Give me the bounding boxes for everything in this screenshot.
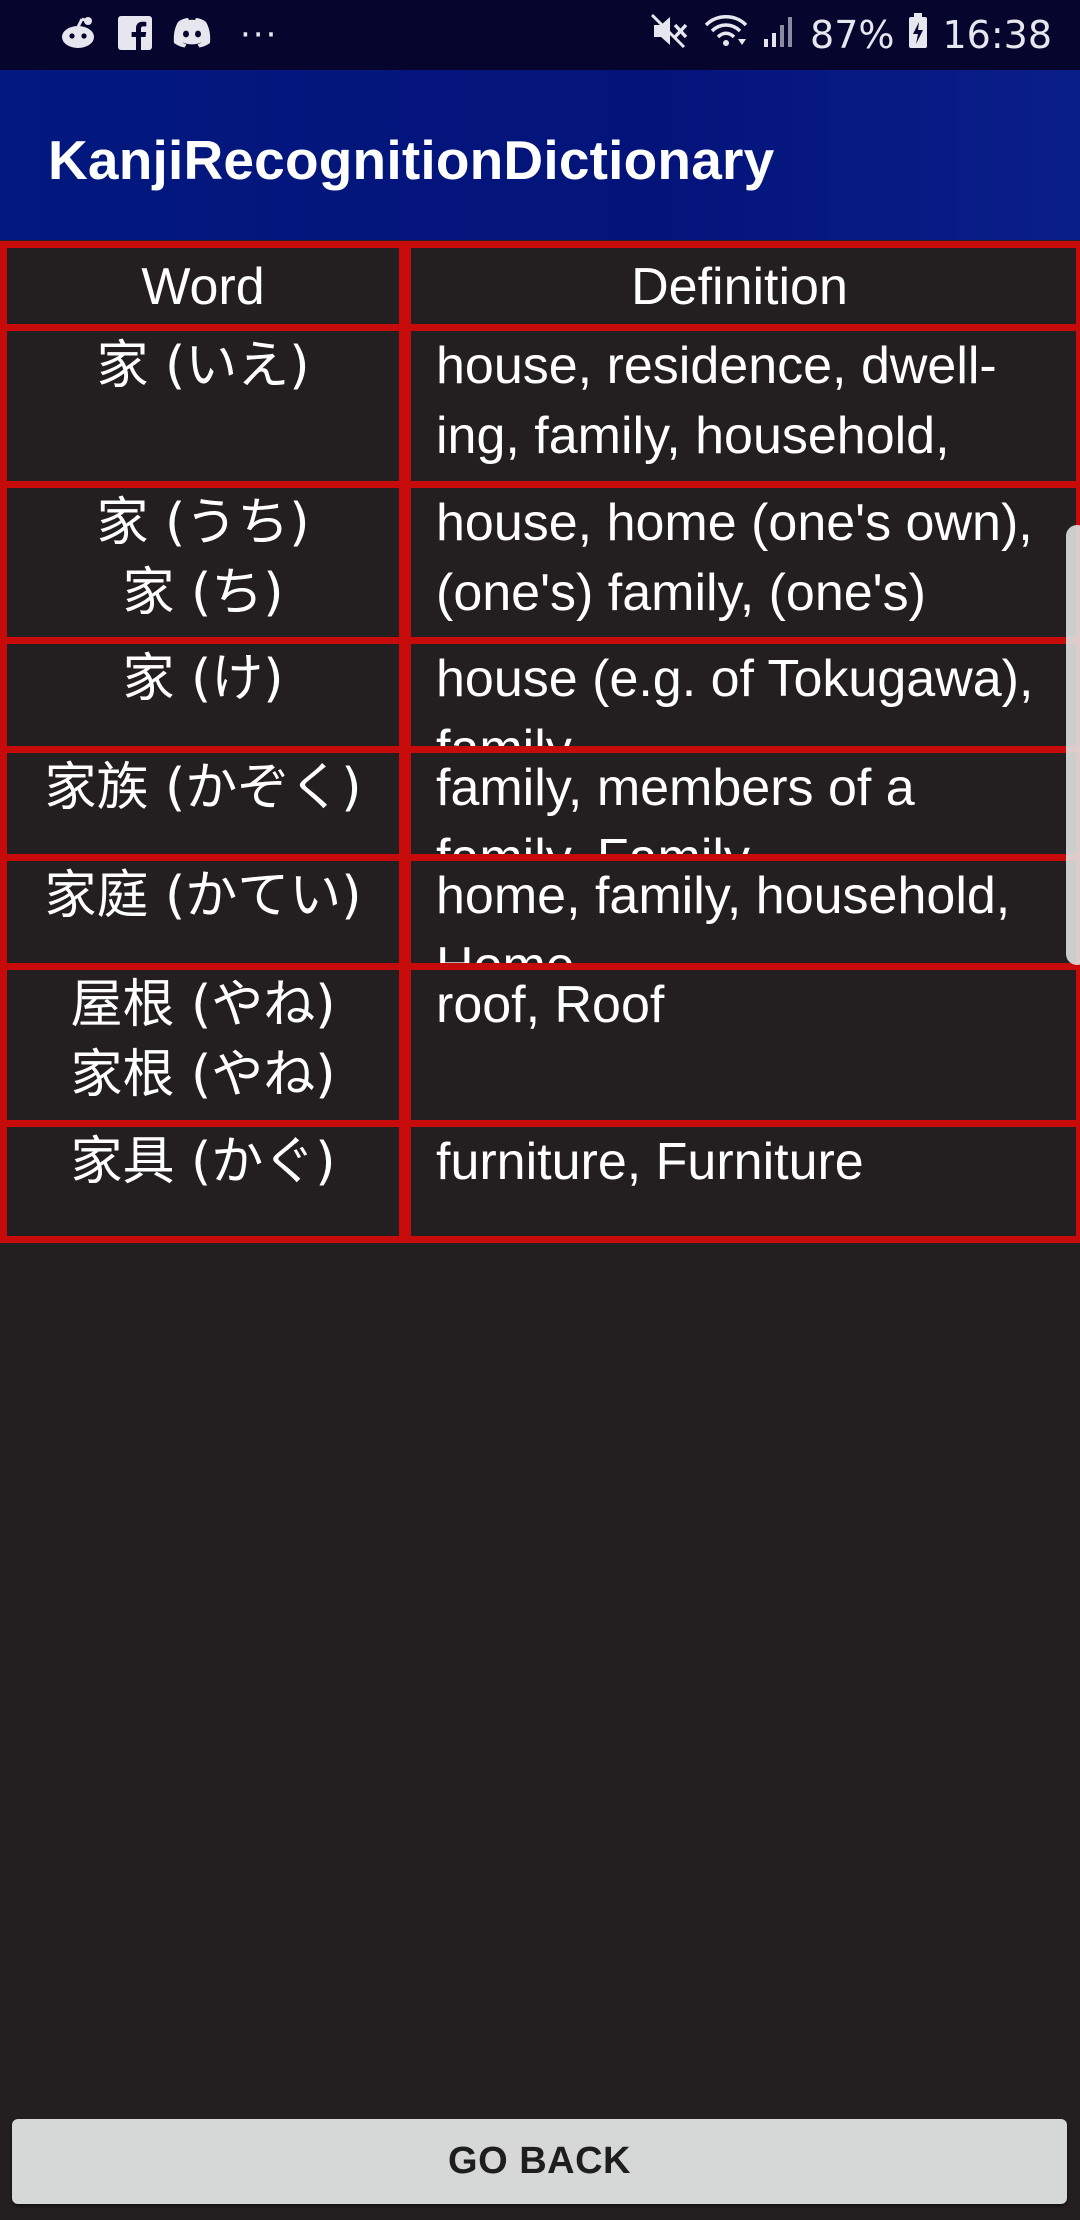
word-reading: 家 (ち) <box>122 563 284 623</box>
clock: 16:38 <box>942 13 1052 57</box>
word-reading: 屋根 (やね) <box>70 975 336 1035</box>
table-row: 家庭 (かてい) home, family, household, Home <box>0 854 1080 995</box>
column-header-word: Word <box>7 248 399 325</box>
table-row: 家 (け) house (e.g. of Tokugawa), family <box>0 637 1080 778</box>
definition-cell: family, members of a family, Family <box>411 753 1076 887</box>
battery-charging-icon <box>908 12 928 58</box>
word-reading: 家 (うち) <box>96 493 310 553</box>
definition-cell: home, family, household, Home <box>411 861 1076 995</box>
mute-icon <box>650 13 690 58</box>
word-reading: 家 (け) <box>122 649 284 709</box>
reddit-icon <box>58 15 98 55</box>
battery-percent: 87% <box>810 13 895 57</box>
notification-icons: ··· <box>58 12 278 58</box>
table-bottom-border <box>0 1236 1080 1243</box>
table-row: 家族 (かぞく) family, members of a family, Fam… <box>0 746 1080 887</box>
word-cell: 家具 (かぐ) <box>7 1127 399 1236</box>
definition-cell: house, residence, dwell-ing, family, hou… <box>411 331 1076 535</box>
column-header-definition: Definition <box>411 248 1076 325</box>
word-reading: 家具 (かぐ) <box>70 1132 336 1192</box>
table-row: 屋根 (やね) 家根 (やね) roof, Roof <box>0 963 1080 1127</box>
word-cell: 家族 (かぞく) <box>7 753 399 862</box>
system-status: 87% 16:38 <box>650 12 1052 58</box>
more-notifications-icon: ··· <box>240 15 279 55</box>
table-row: 家 (うち) 家 (ち) house, home (one's own), (one… <box>0 481 1080 692</box>
word-cell: 家庭 (かてい) <box>7 861 399 970</box>
word-cell: 家 (いえ) <box>7 331 399 488</box>
word-reading: 家庭 (かてい) <box>44 866 362 926</box>
word-cell: 家 (うち) 家 (ち) <box>7 488 399 645</box>
go-back-button[interactable]: GO BACK <box>12 2119 1067 2204</box>
word-reading: 家族 (かぞく) <box>44 758 362 818</box>
table-header-row: Word Definition <box>0 241 1080 325</box>
word-cell: 屋根 (やね) 家根 (やね) <box>7 970 399 1127</box>
definition-cell: house, home (one's own), (one's) family,… <box>411 488 1076 692</box>
word-reading: 家 (いえ) <box>96 336 310 396</box>
definition-cell: house (e.g. of Tokugawa), family <box>411 644 1076 778</box>
definition-cell: roof, Roof <box>411 970 1076 1127</box>
app-title: KanjiRecognitionDictionary <box>48 129 775 191</box>
definition-cell: furniture, Furniture <box>411 1127 1076 1236</box>
table-row: 家 (いえ) house, residence, dwell-ing, famil… <box>0 324 1080 535</box>
word-reading: 家根 (やね) <box>70 1045 336 1105</box>
word-cell: 家 (け) <box>7 644 399 753</box>
table-row: 家具 (かぐ) furniture, Furniture <box>0 1120 1080 1236</box>
dictionary-screen: ··· 87% 16:38 KanjiRecognitionDictionary… <box>0 0 1080 2220</box>
scrollbar[interactable] <box>1066 525 1080 965</box>
status-bar: ··· 87% 16:38 <box>0 0 1080 70</box>
app-bar: KanjiRecognitionDictionary <box>0 70 1080 240</box>
signal-icon <box>762 13 796 58</box>
discord-icon <box>172 16 212 54</box>
facebook-icon <box>118 16 152 54</box>
wifi-icon <box>704 13 748 58</box>
